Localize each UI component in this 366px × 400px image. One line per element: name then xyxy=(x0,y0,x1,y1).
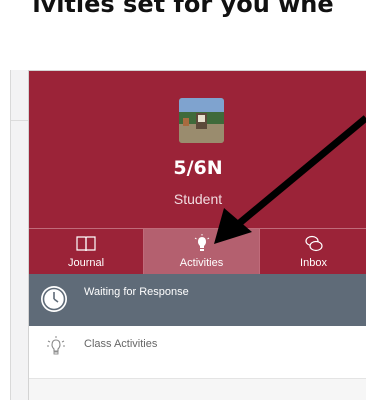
caption-text: ivities set for you whe xyxy=(32,0,334,18)
book-icon xyxy=(76,236,96,252)
lightbulb-icon xyxy=(47,336,65,355)
class-activities-label: Class Activities xyxy=(84,338,158,350)
tab-inbox-label: Inbox xyxy=(300,257,327,269)
profile-header: 5/6N Student xyxy=(29,71,366,228)
divider xyxy=(11,120,29,121)
student-card: 5/6N Student Journal Activities Inbox Wa… xyxy=(28,70,366,400)
tab-bar: Journal Activities Inbox xyxy=(29,228,366,275)
class-name: 5/6N xyxy=(173,157,223,179)
waiting-for-response-row[interactable]: Waiting for Response xyxy=(29,274,366,326)
waiting-label: Waiting for Response xyxy=(84,286,189,298)
tab-journal-label: Journal xyxy=(67,257,105,269)
tab-activities-label: Activities xyxy=(179,257,224,269)
screenshot: ivities set for you whe 5/6N Student Jou… xyxy=(0,0,366,400)
left-pane xyxy=(10,70,29,400)
class-activities-row[interactable]: Class Activities xyxy=(29,326,366,379)
tab-inbox[interactable]: Inbox xyxy=(260,229,366,275)
class-photo-icon xyxy=(179,98,224,143)
chat-bubbles-icon xyxy=(304,235,323,252)
tab-journal[interactable]: Journal xyxy=(29,229,144,275)
lightbulb-icon xyxy=(194,234,209,251)
role-label: Student xyxy=(173,191,223,207)
clock-icon xyxy=(41,286,67,312)
class-avatar[interactable] xyxy=(179,98,224,143)
tab-activities[interactable]: Activities xyxy=(144,229,260,275)
